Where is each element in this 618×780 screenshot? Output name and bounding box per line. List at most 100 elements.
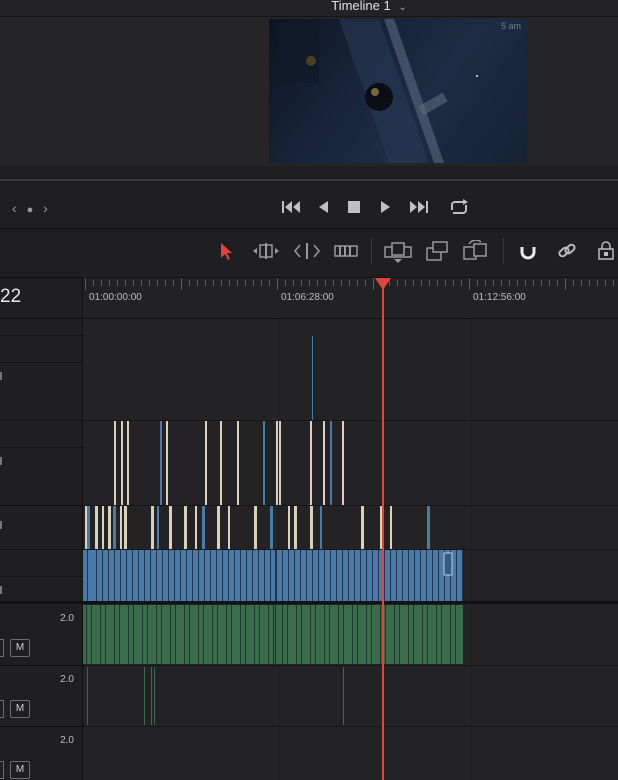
position-lock-toggle[interactable] bbox=[596, 240, 618, 262]
clip-edge[interactable] bbox=[408, 605, 409, 664]
video-clip[interactable] bbox=[202, 506, 205, 549]
video-clip[interactable] bbox=[254, 506, 257, 549]
video-clip[interactable] bbox=[320, 506, 322, 549]
mute-button[interactable]: M bbox=[10, 761, 30, 779]
video-clip[interactable] bbox=[83, 550, 463, 602]
selection-mode-button[interactable] bbox=[218, 240, 234, 262]
clip-edge[interactable] bbox=[217, 605, 218, 664]
clip-edge[interactable] bbox=[198, 550, 199, 602]
clip-edge[interactable] bbox=[228, 550, 229, 602]
clip-edge[interactable] bbox=[414, 550, 415, 602]
video-clip[interactable] bbox=[127, 420, 129, 505]
audio-clip[interactable] bbox=[144, 667, 145, 725]
clip-edge[interactable] bbox=[226, 605, 227, 664]
clip-edge[interactable] bbox=[120, 550, 121, 602]
video-clip[interactable] bbox=[294, 506, 297, 549]
viewer-scrub-bar[interactable] bbox=[0, 179, 618, 181]
video-clip[interactable] bbox=[102, 506, 104, 549]
video-clip[interactable] bbox=[184, 506, 187, 549]
clip-edge[interactable] bbox=[259, 605, 260, 664]
insert-clip-button[interactable] bbox=[383, 240, 413, 263]
clip-edge[interactable] bbox=[378, 550, 379, 602]
clip-edge[interactable] bbox=[252, 550, 253, 602]
clip-edge[interactable] bbox=[282, 550, 283, 602]
clip-edge[interactable] bbox=[413, 605, 414, 664]
video-clip[interactable] bbox=[270, 506, 273, 549]
clip-edge[interactable] bbox=[343, 605, 344, 664]
clip-edge[interactable] bbox=[91, 605, 92, 664]
clip-edge[interactable] bbox=[100, 605, 101, 664]
video-clip[interactable] bbox=[220, 420, 222, 505]
video-clip[interactable] bbox=[120, 506, 122, 549]
clip-edge[interactable] bbox=[420, 550, 421, 602]
clip-edge[interactable] bbox=[273, 605, 274, 664]
audio-clip[interactable] bbox=[154, 667, 155, 725]
clip-edge[interactable] bbox=[203, 605, 204, 664]
clip-edge[interactable] bbox=[212, 605, 213, 664]
clip-edge[interactable] bbox=[86, 605, 87, 664]
video-clip[interactable] bbox=[217, 506, 220, 549]
video-clip[interactable] bbox=[151, 506, 154, 549]
play-reverse-button[interactable] bbox=[316, 197, 330, 223]
snapping-toggle[interactable] bbox=[517, 240, 539, 262]
video-clip[interactable] bbox=[323, 420, 325, 505]
current-timecode[interactable]: 22 bbox=[0, 286, 21, 308]
clip-edge[interactable] bbox=[189, 605, 190, 664]
video-clip[interactable] bbox=[205, 420, 207, 505]
clip-edge[interactable] bbox=[156, 605, 157, 664]
video-clip[interactable] bbox=[342, 420, 344, 505]
clip-edge[interactable] bbox=[324, 605, 325, 664]
stop-button[interactable] bbox=[347, 197, 361, 223]
replace-clip-button[interactable] bbox=[461, 239, 491, 262]
clip-edge[interactable] bbox=[96, 550, 97, 602]
clip-edge[interactable] bbox=[204, 550, 205, 602]
clip-edge[interactable] bbox=[396, 550, 397, 602]
clip-edge[interactable] bbox=[372, 550, 373, 602]
clip-edge[interactable] bbox=[114, 550, 115, 602]
clip-edge[interactable] bbox=[144, 550, 145, 602]
mute-button[interactable]: M bbox=[10, 639, 30, 657]
clip-edge[interactable] bbox=[294, 550, 295, 602]
trim-edit-mode-button[interactable] bbox=[251, 240, 281, 262]
next-clip-icon[interactable]: › bbox=[43, 200, 51, 216]
clip-edge[interactable] bbox=[276, 550, 277, 602]
timeline-ruler[interactable] bbox=[83, 278, 618, 319]
clip-edge[interactable] bbox=[216, 550, 217, 602]
skip-to-start-button[interactable] bbox=[280, 197, 302, 223]
clip-edge[interactable] bbox=[156, 550, 157, 602]
clip-edge[interactable] bbox=[399, 605, 400, 664]
loop-button[interactable] bbox=[447, 197, 471, 223]
video-clip[interactable] bbox=[160, 420, 162, 505]
clip-edge[interactable] bbox=[427, 605, 428, 664]
video-clip[interactable] bbox=[279, 420, 281, 505]
video-clip[interactable] bbox=[95, 506, 98, 549]
clip-edge[interactable] bbox=[138, 550, 139, 602]
blade-edit-mode-button[interactable] bbox=[333, 240, 359, 262]
video-clip-end[interactable] bbox=[443, 552, 453, 576]
clip-edge[interactable] bbox=[147, 605, 148, 664]
play-button[interactable] bbox=[379, 197, 393, 223]
video-clip[interactable] bbox=[330, 420, 332, 505]
video-clip[interactable] bbox=[263, 420, 265, 505]
clip-edge[interactable] bbox=[450, 605, 451, 664]
video-clip[interactable] bbox=[166, 420, 168, 505]
solo-button-edge[interactable] bbox=[0, 700, 4, 718]
current-clip-dot-icon[interactable]: ● bbox=[27, 204, 37, 216]
clip-edge[interactable] bbox=[222, 550, 223, 602]
video-clip[interactable] bbox=[427, 506, 430, 549]
mute-button[interactable]: M bbox=[10, 700, 30, 718]
video-clip[interactable] bbox=[361, 506, 364, 549]
video-clip[interactable] bbox=[312, 336, 313, 421]
audio-clip[interactable] bbox=[151, 667, 152, 725]
clip-edge[interactable] bbox=[105, 605, 106, 664]
clip-edge[interactable] bbox=[384, 550, 385, 602]
clip-edge[interactable] bbox=[240, 605, 241, 664]
clip-edge[interactable] bbox=[142, 605, 143, 664]
clip-edge[interactable] bbox=[162, 550, 163, 602]
previous-clip-icon[interactable]: ‹ bbox=[12, 200, 20, 216]
video-clip[interactable] bbox=[228, 506, 230, 549]
timeline-selector[interactable]: Timeline 1 ⌄ bbox=[0, 0, 618, 13]
clip-edge[interactable] bbox=[318, 550, 319, 602]
clip-edge[interactable] bbox=[324, 550, 325, 602]
overwrite-clip-button[interactable] bbox=[424, 240, 450, 262]
